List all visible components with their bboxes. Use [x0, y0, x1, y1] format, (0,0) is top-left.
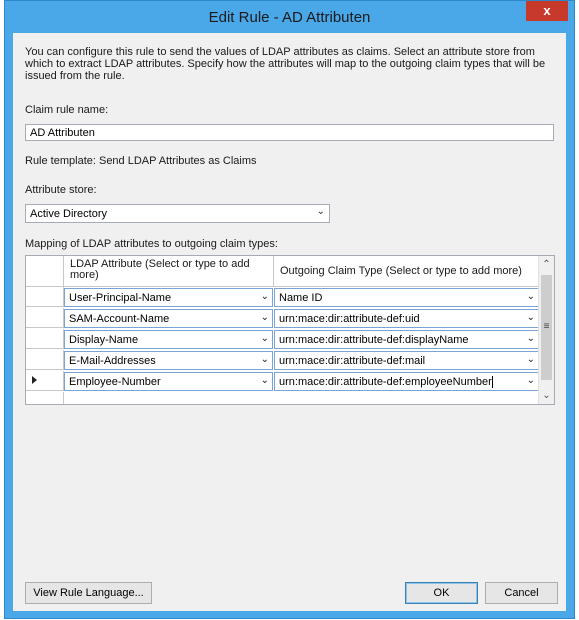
scroll-down-icon[interactable]: ⌄: [539, 387, 554, 404]
claim-type-cell[interactable]: urn:mace:dir:attribute-def:employeeNumbe…: [274, 372, 539, 391]
mapping-grid[interactable]: LDAP Attribute (Select or type to add mo…: [25, 255, 555, 405]
claim-type-cell[interactable]: urn:mace:dir:attribute-def:uid ⌄: [274, 309, 539, 328]
rule-description: You can configure this rule to send the …: [25, 46, 546, 82]
ldap-attribute-cell[interactable]: SAM-Account-Name ⌄: [64, 309, 273, 328]
new-row-header[interactable]: [26, 392, 64, 404]
chevron-down-icon[interactable]: ⌄: [261, 375, 269, 387]
ldap-attribute-value: E-Mail-Addresses: [69, 355, 156, 367]
row-header[interactable]: [26, 287, 64, 307]
column-header-outgoing-claim-type[interactable]: Outgoing Claim Type (Select or type to a…: [274, 256, 539, 287]
chevron-down-icon[interactable]: ⌄: [317, 206, 325, 218]
scrollbar-thumb[interactable]: ≡: [541, 275, 552, 380]
claim-type-cell[interactable]: urn:mace:dir:attribute-def:displayName ⌄: [274, 330, 539, 349]
chevron-down-icon[interactable]: ⌄: [527, 354, 535, 366]
row-header[interactable]: [26, 329, 64, 349]
claim-type-cell[interactable]: urn:mace:dir:attribute-def:mail ⌄: [274, 351, 539, 370]
scroll-up-icon[interactable]: ⌃: [539, 256, 554, 273]
claim-type-value: urn:mace:dir:attribute-def:displayName: [279, 334, 469, 346]
vertical-scrollbar[interactable]: ⌃ ≡ ⌄: [538, 256, 554, 404]
chevron-down-icon[interactable]: ⌄: [527, 375, 535, 387]
claim-type-value: Name ID: [279, 292, 323, 304]
row-header[interactable]: [26, 350, 64, 370]
view-rule-language-button[interactable]: View Rule Language...: [25, 582, 152, 604]
chevron-down-icon[interactable]: ⌄: [261, 333, 269, 345]
mapping-label: Mapping of LDAP attributes to outgoing c…: [25, 238, 278, 250]
ldap-attribute-cell[interactable]: Display-Name ⌄: [64, 330, 273, 349]
claim-type-value: urn:mace:dir:attribute-def:employeeNumbe…: [279, 376, 492, 388]
ldap-attribute-value: Employee-Number: [69, 376, 161, 388]
claim-type-value: urn:mace:dir:attribute-def:uid: [279, 313, 420, 325]
cancel-button[interactable]: Cancel: [485, 582, 558, 604]
chevron-down-icon[interactable]: ⌄: [527, 333, 535, 345]
claim-type-cell[interactable]: Name ID ⌄: [274, 288, 539, 307]
attribute-store-value: Active Directory: [30, 208, 108, 220]
close-button[interactable]: x: [526, 1, 568, 21]
row-header-corner: [26, 256, 64, 287]
chevron-down-icon[interactable]: ⌄: [261, 291, 269, 303]
chevron-down-icon[interactable]: ⌄: [527, 291, 535, 303]
attribute-store-label: Attribute store:: [25, 184, 97, 196]
ldap-attribute-cell[interactable]: User-Principal-Name ⌄: [64, 288, 273, 307]
claim-type-value: urn:mace:dir:attribute-def:mail: [279, 355, 426, 367]
grip-icon: ≡: [543, 321, 550, 332]
attribute-store-select[interactable]: Active Directory ⌄: [25, 204, 330, 223]
ldap-attribute-cell[interactable]: E-Mail-Addresses ⌄: [64, 351, 273, 370]
rule-template-label: Rule template: Send LDAP Attributes as C…: [25, 155, 257, 167]
text-caret: [491, 376, 493, 389]
ldap-attribute-value: User-Principal-Name: [69, 292, 172, 304]
chevron-down-icon[interactable]: ⌄: [261, 354, 269, 366]
dialog-window: Edit Rule - AD Attributen x You can conf…: [4, 0, 575, 619]
claim-rule-name-label: Claim rule name:: [25, 104, 109, 116]
title-bar[interactable]: Edit Rule - AD Attributen x: [5, 1, 574, 33]
ok-button[interactable]: OK: [405, 582, 478, 604]
row-header-current[interactable]: [26, 371, 64, 391]
column-header-ldap-attribute[interactable]: LDAP Attribute (Select or type to add mo…: [64, 256, 274, 287]
current-row-arrow-icon: [32, 376, 37, 384]
ldap-attribute-value: SAM-Account-Name: [69, 313, 170, 325]
close-icon: x: [543, 3, 551, 18]
ldap-attribute-cell[interactable]: Employee-Number ⌄: [64, 372, 273, 391]
window-title: Edit Rule - AD Attributen: [208, 9, 371, 26]
chevron-down-icon[interactable]: ⌄: [527, 312, 535, 324]
ldap-attribute-value: Display-Name: [69, 334, 139, 346]
chevron-down-icon[interactable]: ⌄: [261, 312, 269, 324]
row-header[interactable]: [26, 308, 64, 328]
dialog-body: You can configure this rule to send the …: [13, 33, 566, 611]
claim-rule-name-input[interactable]: AD Attributen: [25, 124, 554, 141]
